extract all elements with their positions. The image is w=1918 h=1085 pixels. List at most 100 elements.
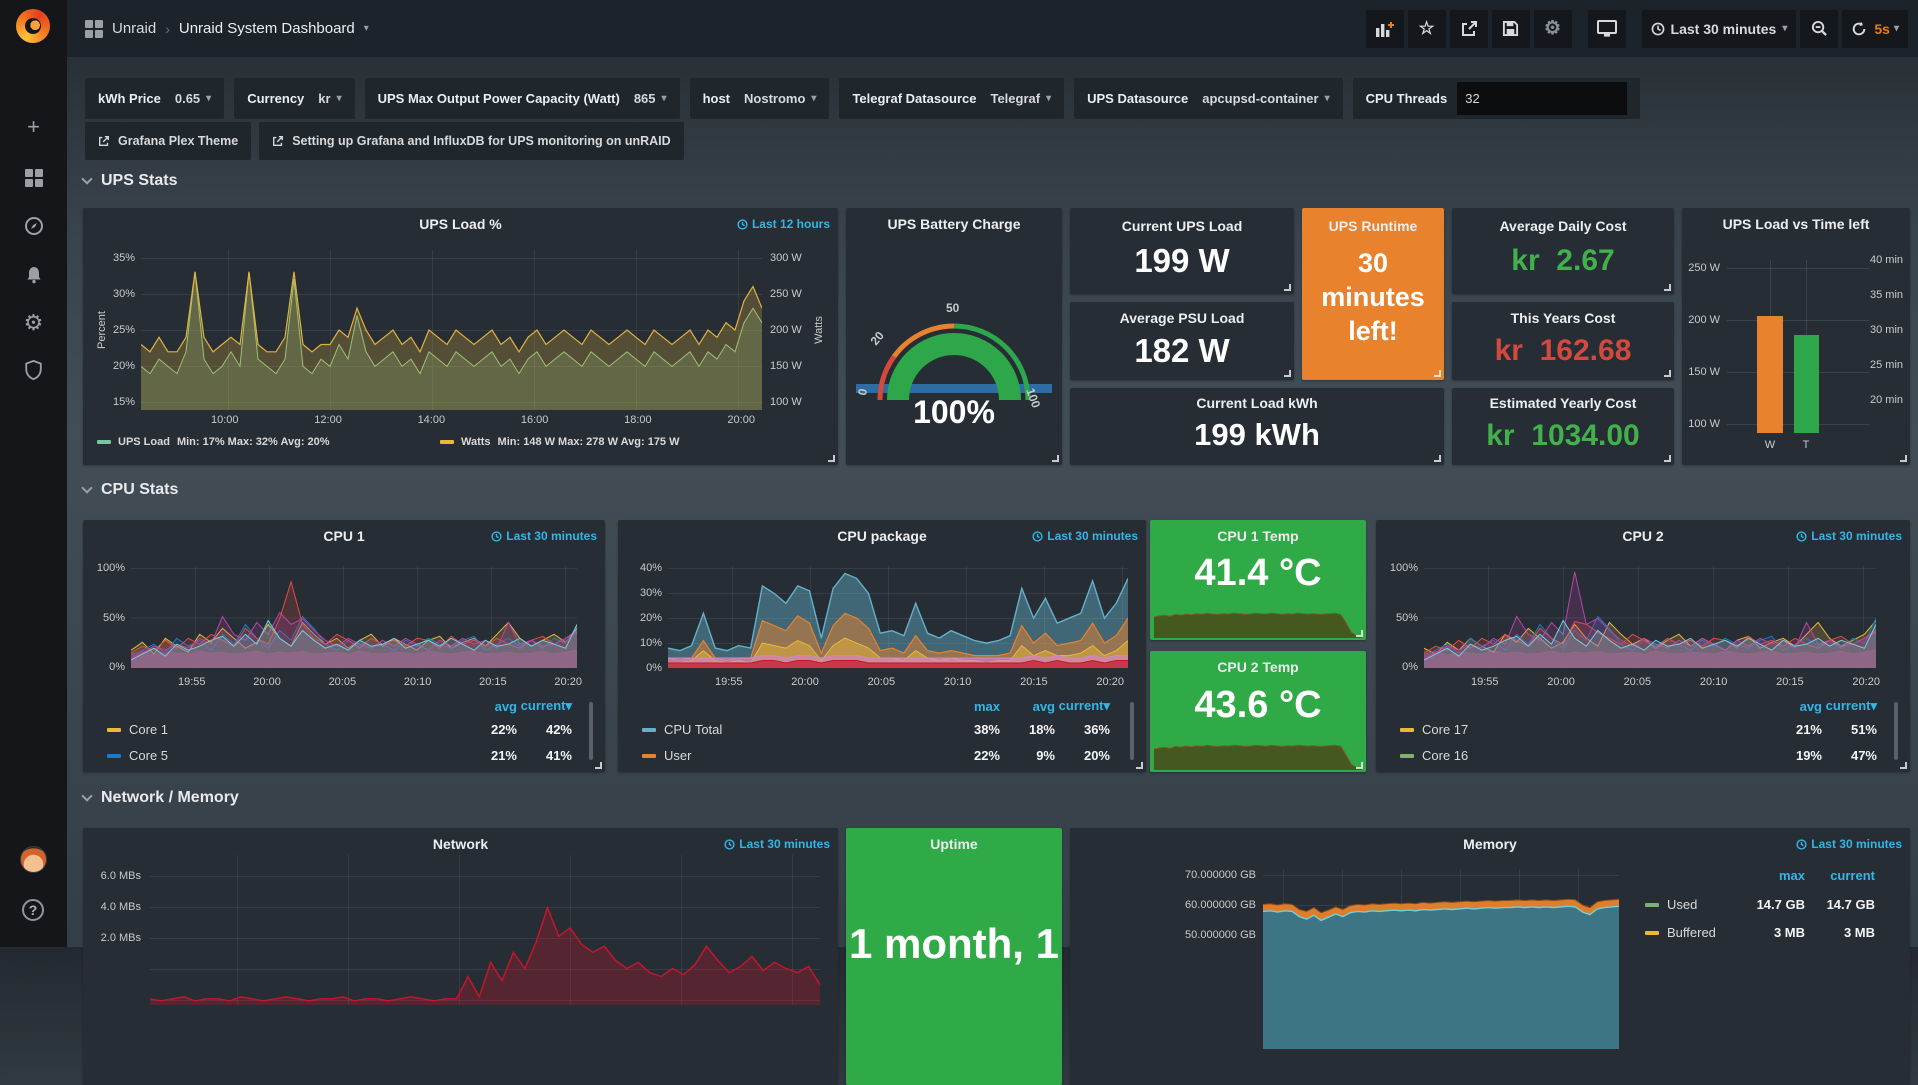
legend-header[interactable]: current▾ <box>517 698 572 714</box>
variable-host[interactable]: host Nostromo▾ <box>690 78 830 119</box>
panel-title[interactable]: Memory <box>1070 836 1910 852</box>
admin-shield-icon[interactable] <box>0 353 67 387</box>
legend-ups-load[interactable]: UPS Load Min: 17% Max: 32% Avg: 20% <box>97 436 330 448</box>
star-button[interactable]: ☆ <box>1408 10 1446 48</box>
section-network-memory[interactable]: Network / Memory <box>83 789 239 807</box>
panel-resize-handle[interactable] <box>1900 762 1907 769</box>
variable-telegraf-datasource[interactable]: Telegraf Datasource Telegraf▾ <box>839 78 1064 119</box>
share-button[interactable] <box>1450 10 1488 48</box>
panel-resize-handle[interactable] <box>1356 762 1363 769</box>
stat-value: kr 2.67 <box>1452 244 1674 278</box>
tick-label: 20:00 <box>253 676 281 688</box>
explore-compass-icon[interactable] <box>0 209 67 243</box>
caret-down-icon: ▾ <box>337 93 342 104</box>
link-grafana-plex-theme[interactable]: Grafana Plex Theme <box>85 122 251 160</box>
legend-scrollbar[interactable] <box>589 702 593 760</box>
dashboard-grid-icon[interactable] <box>85 20 103 38</box>
panel-resize-handle[interactable] <box>1356 630 1363 637</box>
cpu1-chart[interactable] <box>131 566 577 668</box>
bar-chart-plot[interactable] <box>1727 260 1869 433</box>
save-button[interactable] <box>1492 10 1530 48</box>
panel-resize-handle[interactable] <box>1052 455 1059 462</box>
panel-current-load-kwh: Current Load kWh 199 kWh <box>1070 388 1444 465</box>
legend-scrollbar[interactable] <box>1130 702 1134 760</box>
panel-resize-handle[interactable] <box>1284 284 1291 291</box>
panel-resize-handle[interactable] <box>1664 455 1671 462</box>
panel-title[interactable]: UPS Load vs Time left <box>1682 216 1910 232</box>
variable-currency[interactable]: Currency kr▾ <box>234 78 354 119</box>
variable-ups-max-output[interactable]: UPS Max Output Power Capacity (Watt) 865… <box>365 78 680 119</box>
panel-resize-handle[interactable] <box>828 455 835 462</box>
dashboards-grid-icon[interactable] <box>0 161 67 195</box>
alerting-bell-icon[interactable] <box>0 258 67 292</box>
section-ups-stats[interactable]: UPS Stats <box>83 172 177 190</box>
panel-resize-handle[interactable] <box>1664 370 1671 377</box>
breadcrumb-root[interactable]: Unraid <box>112 20 156 37</box>
dashboard-settings-button[interactable]: ⚙ <box>1534 10 1572 48</box>
panel-resize-handle[interactable] <box>1900 455 1907 462</box>
cycle-view-button[interactable] <box>1588 10 1626 48</box>
network-chart[interactable] <box>150 855 820 1005</box>
panel-resize-handle[interactable] <box>1434 370 1441 377</box>
grafana-logo-icon[interactable] <box>16 9 50 43</box>
variable-kwh-price[interactable]: kWh Price 0.65▾ <box>85 78 224 119</box>
tick-label: 25% <box>113 323 135 337</box>
panel-resize-handle[interactable] <box>595 762 602 769</box>
legend-watts[interactable]: Watts Min: 148 W Max: 278 W Avg: 175 W <box>440 436 680 448</box>
section-cpu-stats[interactable]: CPU Stats <box>83 481 178 499</box>
tick-label: 10:00 <box>211 414 239 426</box>
ups-load-chart[interactable] <box>141 250 762 410</box>
bar-watts[interactable] <box>1757 316 1783 433</box>
y-axis-ticks-left: 250 W200 W150 W100 W <box>1682 261 1720 431</box>
tick-label: 200 W <box>1688 313 1720 327</box>
tick-label: 16:00 <box>521 414 549 426</box>
stat-value: 41.4 °C <box>1150 552 1366 595</box>
bar-time-left[interactable] <box>1794 335 1819 433</box>
legend-row: Core 17 21% 51% <box>1400 722 1877 737</box>
legend-header[interactable]: current▾ <box>1822 698 1877 714</box>
legend-header[interactable]: current▾ <box>1055 698 1110 714</box>
legend-header[interactable]: max <box>1735 868 1805 883</box>
battery-charge-value: 100% <box>846 394 1062 431</box>
add-panel-button[interactable] <box>1366 10 1404 48</box>
caret-down-icon: ▾ <box>1894 23 1899 34</box>
x-axis-ticks: 19:5520:0020:0520:1020:1520:20 <box>178 676 582 688</box>
legend-header[interactable]: avg <box>1767 699 1822 714</box>
panel-resize-handle[interactable] <box>1664 284 1671 291</box>
panel-title[interactable]: UPS Load % <box>83 216 838 232</box>
panel-memory: Memory Last 30 minutes 70.000000 GB60.00… <box>1070 828 1910 1085</box>
legend-scrollbar[interactable] <box>1894 702 1898 760</box>
time-range-picker[interactable]: Last 30 minutes ▾ <box>1642 10 1797 48</box>
caret-down-icon: ▾ <box>1325 93 1330 104</box>
cpu-package-chart[interactable] <box>668 566 1128 668</box>
tick-label: 70.000000 GB <box>1185 868 1256 882</box>
cpu-threads-input[interactable] <box>1457 82 1627 115</box>
configuration-gear-icon[interactable]: ⚙ <box>0 306 67 340</box>
legend-header[interactable]: avg <box>462 699 517 714</box>
caret-down-icon: ▾ <box>811 93 816 104</box>
help-question-icon[interactable]: ? <box>22 899 44 921</box>
panel-resize-handle[interactable] <box>1136 762 1143 769</box>
legend-header[interactable]: avg <box>1000 699 1055 714</box>
variable-ups-datasource[interactable]: UPS Datasource apcupsd-container▾ <box>1074 78 1342 119</box>
refresh-button[interactable]: 5s ▾ <box>1842 10 1908 48</box>
legend-row: Used 14.7 GB 14.7 GB <box>1645 897 1875 912</box>
panel-resize-handle[interactable] <box>1434 455 1441 462</box>
clock-icon <box>737 219 748 230</box>
user-avatar[interactable] <box>20 846 47 873</box>
breadcrumb-current[interactable]: Unraid System Dashboard <box>179 20 355 37</box>
create-plus-icon[interactable]: + <box>0 110 67 144</box>
zoom-out-button[interactable] <box>1800 10 1838 48</box>
tick-label: 20 min <box>1870 393 1910 407</box>
cpu2-chart[interactable] <box>1424 566 1876 668</box>
panel-time-range: Last 12 hours <box>737 217 830 231</box>
link-ups-monitoring-guide[interactable]: Setting up Grafana and InfluxDB for UPS … <box>259 122 683 160</box>
legend-header[interactable]: current <box>1805 868 1875 883</box>
tick-label: 2.0 MBs <box>101 931 141 945</box>
panel-resize-handle[interactable] <box>1284 370 1291 377</box>
caret-down-icon[interactable]: ▾ <box>364 23 369 34</box>
tick-label: 35% <box>113 251 135 265</box>
panel-network: Network Last 30 minutes 6.0 MBs4.0 MBs2.… <box>83 828 838 1085</box>
legend-header[interactable]: max <box>945 699 1000 714</box>
memory-chart[interactable] <box>1263 869 1619 1049</box>
